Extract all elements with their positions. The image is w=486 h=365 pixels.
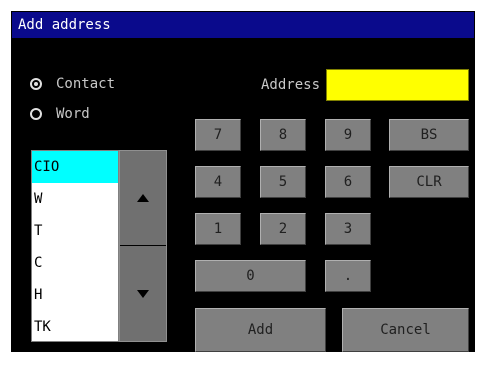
list-item-h[interactable]: H	[32, 279, 118, 311]
list-item-t[interactable]: T	[32, 215, 118, 247]
key-8[interactable]: 8	[260, 119, 306, 151]
key-1[interactable]: 1	[195, 213, 241, 245]
triangle-down-icon	[137, 289, 149, 298]
list-item-cio[interactable]: CIO	[32, 151, 118, 183]
key-7[interactable]: 7	[195, 119, 241, 151]
dialog-body: Contact Word Address CIO W T C H TK 7 8 …	[14, 40, 472, 352]
key-backspace[interactable]: BS	[389, 119, 469, 151]
add-button[interactable]: Add	[195, 308, 326, 352]
radio-contact[interactable]: Contact	[30, 76, 115, 92]
area-listbox[interactable]: CIO W T C H TK	[31, 150, 119, 342]
key-dot[interactable]: .	[325, 260, 371, 292]
scroll-down-button[interactable]	[120, 246, 166, 341]
key-clear[interactable]: CLR	[389, 166, 469, 198]
cancel-button[interactable]: Cancel	[342, 308, 469, 352]
address-label: Address	[261, 77, 321, 93]
scroll-up-button[interactable]	[120, 151, 166, 246]
radio-word-label: Word	[56, 106, 90, 122]
radio-word[interactable]: Word	[30, 106, 90, 122]
list-scrollbar	[119, 150, 167, 342]
add-address-dialog: Add address Contact Word Address CIO W T…	[11, 11, 475, 352]
radio-unchecked-icon	[30, 108, 42, 120]
radio-checked-icon	[30, 78, 42, 90]
list-item-w[interactable]: W	[32, 183, 118, 215]
key-4[interactable]: 4	[195, 166, 241, 198]
list-item-c[interactable]: C	[32, 247, 118, 279]
key-2[interactable]: 2	[260, 213, 306, 245]
list-item-tk[interactable]: TK	[32, 311, 118, 343]
address-input[interactable]	[326, 69, 469, 101]
dialog-title: Add address	[12, 12, 474, 38]
radio-contact-label: Contact	[56, 76, 116, 92]
triangle-up-icon	[137, 194, 149, 202]
key-3[interactable]: 3	[325, 213, 371, 245]
key-5[interactable]: 5	[260, 166, 306, 198]
key-0[interactable]: 0	[195, 260, 306, 292]
key-9[interactable]: 9	[325, 119, 371, 151]
key-6[interactable]: 6	[325, 166, 371, 198]
